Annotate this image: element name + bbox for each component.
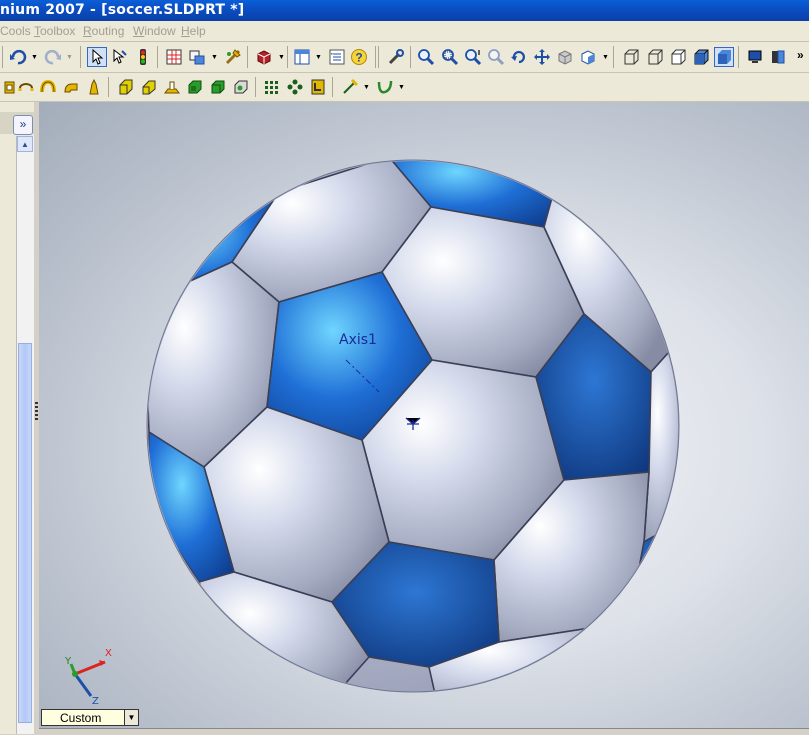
menu-tools[interactable]: Cools (0, 24, 31, 38)
axis-label[interactable]: Axis1 (339, 332, 377, 348)
tool-icon[interactable] (386, 47, 406, 67)
view-name-value: Custom (60, 711, 102, 725)
chevron-down-icon[interactable]: ▼ (124, 710, 138, 725)
rib-icon[interactable] (208, 77, 228, 97)
smart-select-icon[interactable] (110, 47, 130, 67)
select-icon[interactable] (87, 47, 107, 67)
3d-box-icon[interactable] (254, 47, 274, 67)
mirror-icon[interactable] (285, 77, 305, 97)
standard-views-dropdown-icon[interactable]: ▼ (602, 54, 609, 61)
undo-dropdown-icon[interactable]: ▼ (31, 54, 38, 61)
triad-x-label: X (105, 648, 112, 659)
hidden-removed-icon[interactable] (668, 47, 688, 67)
list-icon[interactable] (327, 47, 347, 67)
chamfer-icon[interactable] (139, 77, 159, 97)
zoom-fit-icon[interactable] (416, 47, 436, 67)
feature-tree-scrollbar[interactable]: ▲ (16, 136, 34, 734)
view-layout-icon[interactable] (292, 47, 312, 67)
redo-icon[interactable] (43, 47, 63, 67)
menu-help[interactable]: Help (181, 24, 206, 38)
standard-toolbar: ▼ ▼ ▼ ▼ ▼ ? ▼ » (0, 42, 809, 73)
splitter-grip-icon[interactable] (35, 402, 38, 422)
wireframe-icon[interactable] (621, 47, 641, 67)
window-title: nium 2007 - [soccer.SLDPRT *] (0, 2, 245, 18)
reference-dropdown-icon[interactable]: ▼ (363, 84, 370, 91)
menu-bar: Cools Toolbox Routing Window Help (0, 21, 809, 42)
shaded-icon[interactable] (714, 47, 734, 67)
view-layout-dropdown-icon[interactable]: ▼ (315, 54, 322, 61)
scroll-thumb[interactable] (18, 343, 32, 723)
menu-toolbox[interactable]: Toolbox (34, 24, 75, 38)
features-toolbar: ▼ ▼ (0, 73, 809, 102)
view-name-select[interactable]: Custom ▼ (41, 709, 139, 726)
zoom-select-icon[interactable] (486, 47, 506, 67)
redo-dropdown-icon[interactable]: ▼ (66, 54, 73, 61)
rebuild-icon[interactable] (223, 47, 243, 67)
menu-routing[interactable]: Routing (83, 24, 124, 38)
3d-box-dropdown-icon[interactable]: ▼ (278, 54, 285, 61)
rotate-icon[interactable] (509, 47, 529, 67)
expand-panel-button[interactable]: » (13, 115, 33, 135)
toolbar-overflow-icon[interactable]: » (797, 48, 804, 62)
undo-icon[interactable] (8, 47, 28, 67)
sweep-icon[interactable] (38, 77, 58, 97)
traffic-light-icon[interactable] (133, 47, 153, 67)
curves-icon[interactable] (375, 77, 395, 97)
draft-icon[interactable] (185, 77, 205, 97)
loft-icon[interactable] (61, 77, 81, 97)
shell-icon[interactable] (162, 77, 182, 97)
section-icon[interactable] (768, 47, 788, 67)
help-icon[interactable]: ? (349, 47, 369, 67)
zoom-area-icon[interactable] (440, 47, 460, 67)
pattern-icon[interactable] (231, 77, 251, 97)
svg-text:?: ? (355, 51, 362, 65)
fillet-icon[interactable] (116, 77, 136, 97)
reference-icon[interactable] (340, 77, 360, 97)
triad-y-label: Y (64, 656, 72, 667)
grid-icon[interactable] (164, 47, 184, 67)
hole-icon[interactable] (308, 77, 328, 97)
menu-window[interactable]: Window (133, 24, 176, 38)
view-orientation-icon[interactable] (555, 47, 575, 67)
options-dropdown-icon[interactable]: ▼ (211, 54, 218, 61)
triad-z-label: Z (92, 696, 99, 704)
standard-views-icon[interactable] (578, 47, 598, 67)
soccer-ball-model[interactable] (39, 102, 809, 734)
linear-pattern-icon[interactable] (262, 77, 282, 97)
pan-icon[interactable] (532, 47, 552, 67)
curves-dropdown-icon[interactable]: ▼ (398, 84, 405, 91)
shaded-edges-icon[interactable] (691, 47, 711, 67)
scroll-up-icon[interactable]: ▲ (17, 136, 33, 152)
boss-icon[interactable] (84, 77, 104, 97)
revolve-icon[interactable] (16, 77, 36, 97)
title-bar: nium 2007 - [soccer.SLDPRT *] (0, 0, 809, 21)
options-icon[interactable] (187, 47, 207, 67)
perspective-icon[interactable] (745, 47, 765, 67)
graphics-area[interactable]: Axis1 X Y Z Custom ▼ (39, 102, 809, 734)
zoom-in-out-icon[interactable] (463, 47, 483, 67)
reference-triad-icon: X Y Z (64, 648, 112, 704)
hidden-lines-icon[interactable] (645, 47, 665, 67)
